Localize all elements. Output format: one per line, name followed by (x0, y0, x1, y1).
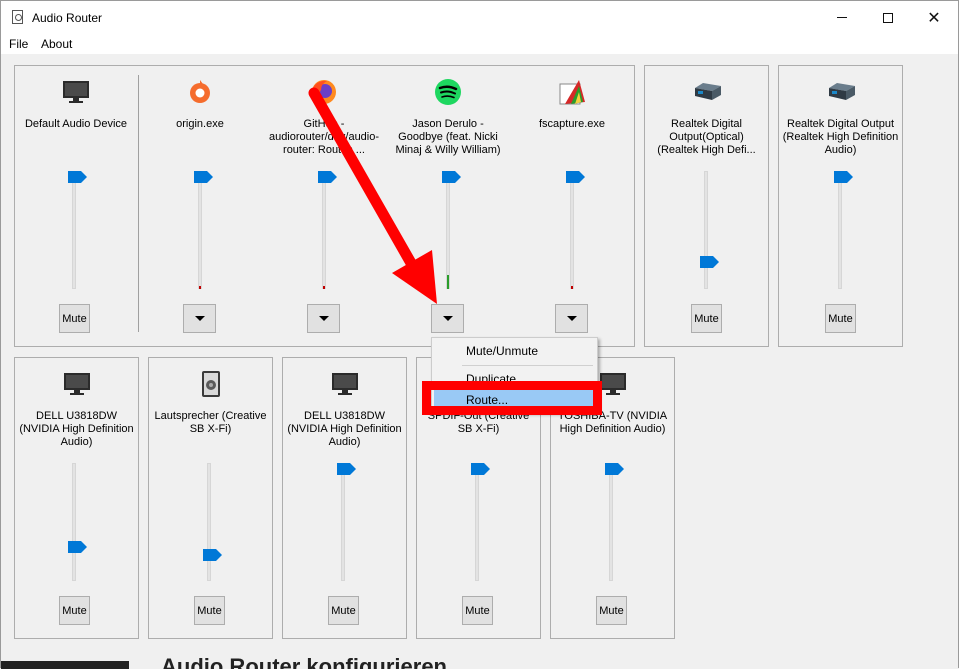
fscapture-icon (557, 78, 587, 106)
minimize-icon (837, 17, 847, 18)
monitor-icon (61, 78, 91, 106)
maximize-button[interactable] (865, 1, 911, 34)
channel-label: Realtek Digital Output (Realtek High Def… (782, 118, 899, 156)
volume-slider-track[interactable] (475, 463, 479, 581)
close-icon: ✕ (927, 9, 941, 27)
menu-bar: File About (1, 34, 958, 54)
volume-slider-track[interactable] (72, 463, 76, 581)
volume-slider-track[interactable] (570, 171, 574, 289)
channel-label: Lautsprecher (Creative SB X-Fi) (154, 410, 267, 435)
channel-label: Jason Derulo - Goodbye (feat. Nicki Mina… (395, 118, 501, 156)
volume-slider-thumb[interactable] (68, 171, 87, 183)
chevron-down-icon (318, 316, 329, 321)
title-bar[interactable]: Audio Router ✕ (1, 1, 958, 34)
volume-slider-thumb[interactable] (337, 463, 356, 475)
dropdown-button[interactable] (183, 304, 216, 333)
spotify-icon (433, 78, 463, 106)
volume-slider-track[interactable] (446, 171, 450, 289)
volume-slider-thumb[interactable] (194, 171, 213, 183)
context-menu: Mute/Unmute Duplicate Route... (431, 337, 598, 413)
channel-label: TOSHIBA-TV (NVIDIA High Definition Audio… (557, 410, 668, 435)
volume-slider-track[interactable] (72, 171, 76, 289)
mute-button[interactable]: Mute (825, 304, 856, 333)
volume-slider-thumb[interactable] (203, 549, 222, 561)
context-item-mute-unmute[interactable]: Mute/Unmute (434, 341, 595, 361)
context-item-duplicate[interactable]: Duplicate (434, 369, 595, 389)
channel-label: SPDIF-Out (Creative SB X-Fi) (427, 410, 530, 435)
mute-button[interactable]: Mute (596, 596, 627, 625)
dropdown-button[interactable] (555, 304, 588, 333)
dropdown-button[interactable] (431, 304, 464, 333)
channel-label: DELL U3818DW (NVIDIA High Definition Aud… (287, 410, 402, 448)
chevron-down-icon (194, 316, 205, 321)
maximize-icon (883, 12, 893, 23)
channel-label: fscapture.exe (538, 118, 606, 130)
mute-button[interactable]: Mute (691, 304, 722, 333)
volume-slider-track[interactable] (322, 171, 326, 289)
monitor-icon (330, 370, 360, 398)
audio-device-icon (692, 78, 722, 106)
channel-label: origin.exe (176, 118, 224, 130)
volume-slider-track[interactable] (207, 463, 211, 581)
context-item-route[interactable]: Route... (434, 390, 595, 410)
channel-label: GitHub - audiorouter/dev/audio-router: R… (268, 118, 380, 156)
background-strip (1, 653, 958, 668)
volume-slider-thumb[interactable] (566, 171, 585, 183)
channel-label: Realtek Digital Output(Optical) (Realtek… (657, 118, 756, 156)
menu-file[interactable]: File (9, 37, 28, 51)
mute-button[interactable]: Mute (59, 596, 90, 625)
mute-button[interactable]: Mute (59, 304, 90, 333)
volume-slider-thumb[interactable] (471, 463, 490, 475)
channel-label: Default Audio Device (24, 118, 128, 130)
volume-slider-track[interactable] (704, 171, 708, 289)
app-icon (12, 10, 23, 24)
level-meter (447, 275, 449, 289)
dropdown-button[interactable] (307, 304, 340, 333)
mute-button[interactable]: Mute (194, 596, 225, 625)
volume-slider-track[interactable] (198, 171, 202, 289)
volume-slider-track[interactable] (609, 463, 613, 581)
context-separator (462, 365, 593, 366)
volume-slider-thumb[interactable] (605, 463, 624, 475)
volume-slider-thumb[interactable] (318, 171, 337, 183)
firefox-icon (309, 78, 339, 106)
monitor-icon (598, 370, 628, 398)
speaker-icon (196, 370, 226, 398)
app-window: Audio Router ✕ File About Default Audio … (0, 0, 959, 669)
mute-button[interactable]: Mute (328, 596, 359, 625)
level-meter (571, 286, 573, 289)
origin-icon (185, 78, 215, 106)
menu-about[interactable]: About (41, 37, 72, 51)
window-title: Audio Router (32, 11, 103, 25)
level-meter (199, 286, 201, 289)
mute-button[interactable]: Mute (462, 596, 493, 625)
channel-label: DELL U3818DW (NVIDIA High Definition Aud… (19, 410, 134, 448)
volume-slider-thumb[interactable] (68, 541, 87, 553)
chevron-down-icon (442, 316, 453, 321)
monitor-icon (62, 370, 92, 398)
close-button[interactable]: ✕ (911, 1, 957, 34)
volume-slider-track[interactable] (341, 463, 345, 581)
level-meter (323, 286, 325, 289)
volume-slider-thumb[interactable] (700, 256, 719, 268)
volume-slider-thumb[interactable] (834, 171, 853, 183)
volume-slider-thumb[interactable] (442, 171, 461, 183)
minimize-button[interactable] (819, 1, 865, 34)
audio-device-icon (826, 78, 856, 106)
chevron-down-icon (566, 316, 577, 321)
volume-slider-track[interactable] (838, 171, 842, 289)
background-heading: Audio Router konfigurieren (161, 654, 447, 669)
